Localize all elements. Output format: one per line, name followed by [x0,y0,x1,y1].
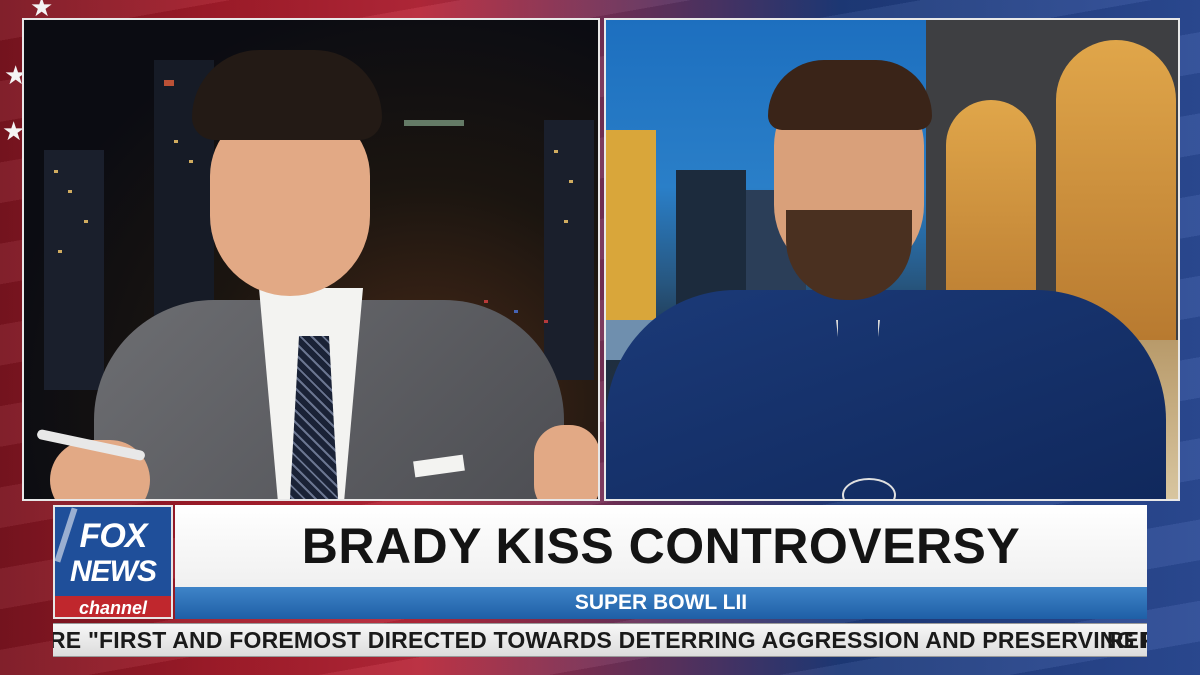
ticker-text: RE "FIRST AND FOREMOST DIRECTED TOWARDS … [53,627,1147,653]
guest-shirt [606,290,1166,499]
subheadline-bar: SUPER BOWL LII [175,587,1147,619]
news-ticker: RE "FIRST AND FOREMOST DIRECTED TOWARDS … [53,623,1147,657]
subheadline: SUPER BOWL LII [574,591,748,614]
headline-bar: BRADY KISS CONTROVERSY [175,505,1147,587]
logo-line-3: channel [55,596,171,617]
ticker-next-text: REP [1107,627,1147,653]
star-icon: ★ [30,0,54,22]
logo-line-1: FOX [79,517,148,555]
logo-line-2: NEWS [70,555,157,588]
headline: BRADY KISS CONTROVERSY [301,518,1021,574]
guest-video-panel [604,18,1180,501]
host-video-panel [22,18,600,501]
fox-news-logo: FOX NEWS channel [53,505,173,619]
